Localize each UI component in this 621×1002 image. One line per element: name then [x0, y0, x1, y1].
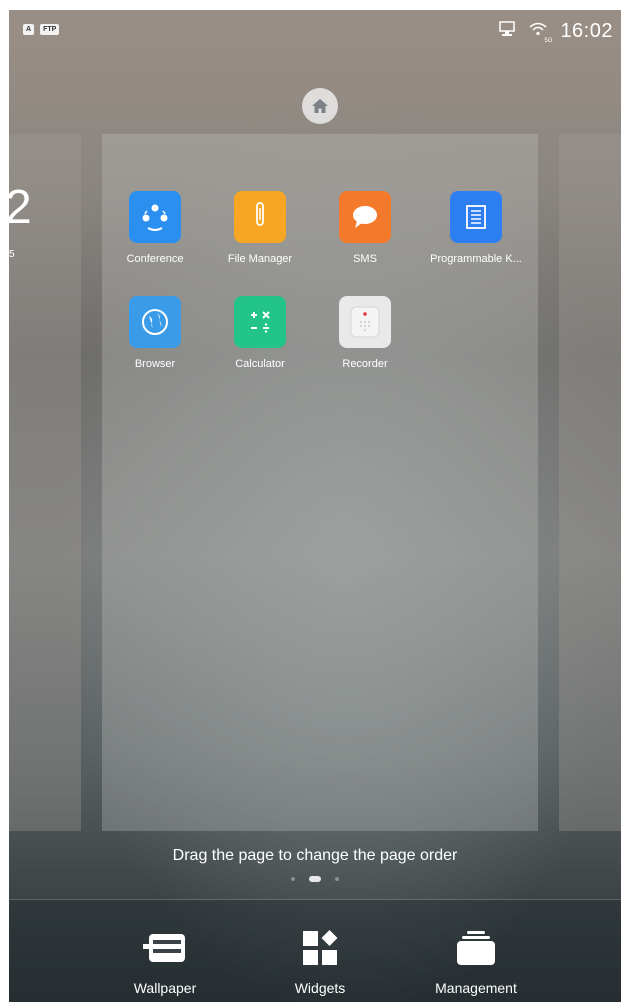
- previous-page-thumbnail[interactable]: 2 5: [9, 134, 81, 831]
- programmable-keys-icon: [450, 191, 502, 243]
- widgets-label: Widgets: [294, 980, 346, 996]
- page-dot: [335, 877, 339, 881]
- current-page-thumbnail[interactable]: Conference File Manager SMS Programmable…: [102, 134, 538, 831]
- app-label: Conference: [126, 253, 184, 265]
- clock: 16:02: [560, 20, 613, 42]
- browser-icon: [129, 296, 181, 348]
- sms-icon: [339, 191, 391, 243]
- app-conference[interactable]: Conference: [107, 191, 203, 265]
- wifi-band-label: 5G: [544, 38, 553, 44]
- ftp-indicator-icon: FTP: [40, 24, 60, 35]
- file-manager-icon: [234, 191, 286, 243]
- ethernet-icon: [498, 20, 516, 43]
- calculator-icon: [234, 296, 286, 348]
- status-bar: A FTP 5G 16:02: [9, 10, 621, 54]
- next-page-thumbnail[interactable]: [559, 134, 621, 831]
- management-button[interactable]: Management: [416, 900, 536, 996]
- launcher-screen: A FTP 5G 16:02 2 5 Conference File Manag…: [9, 10, 621, 1002]
- app-file-manager[interactable]: File Manager: [212, 191, 308, 265]
- app-browser[interactable]: Browser: [107, 296, 203, 370]
- app-programmable-keys[interactable]: Programmable K...: [428, 191, 524, 265]
- app-calculator[interactable]: Calculator: [212, 296, 308, 370]
- wallpaper-icon: [105, 926, 225, 970]
- page-dot: [291, 877, 295, 881]
- home-icon: [312, 99, 328, 113]
- app-label: File Manager: [227, 253, 293, 265]
- drag-hint-text: Drag the page to change the page order: [172, 847, 458, 864]
- app-label: Programmable K...: [430, 253, 522, 265]
- edit-actions-bar: Wallpaper Widgets Management: [9, 900, 621, 1002]
- app-label: Browser: [134, 358, 176, 370]
- wallpaper-button[interactable]: Wallpaper: [105, 900, 225, 996]
- prev-page-small-text: 5: [9, 249, 15, 260]
- app-label: Calculator: [235, 358, 285, 370]
- app-label: SMS: [353, 253, 377, 265]
- management-icon: [416, 926, 536, 970]
- app-sms[interactable]: SMS: [317, 191, 413, 265]
- widgets-button[interactable]: Widgets: [260, 900, 380, 996]
- management-label: Management: [435, 980, 517, 996]
- widgets-icon: [260, 926, 380, 970]
- conference-icon: [129, 191, 181, 243]
- page-indicator: [9, 876, 621, 882]
- page-dot-active: [309, 876, 321, 882]
- app-label: Recorder: [342, 358, 388, 370]
- set-home-page-button[interactable]: [302, 88, 338, 124]
- prev-page-clock-text: 2: [9, 181, 32, 234]
- wallpaper-label: Wallpaper: [133, 980, 197, 996]
- wifi-icon: 5G: [528, 21, 552, 44]
- app-recorder[interactable]: Recorder: [317, 296, 413, 370]
- recorder-icon: [339, 296, 391, 348]
- keyboard-indicator-icon: A: [23, 24, 35, 35]
